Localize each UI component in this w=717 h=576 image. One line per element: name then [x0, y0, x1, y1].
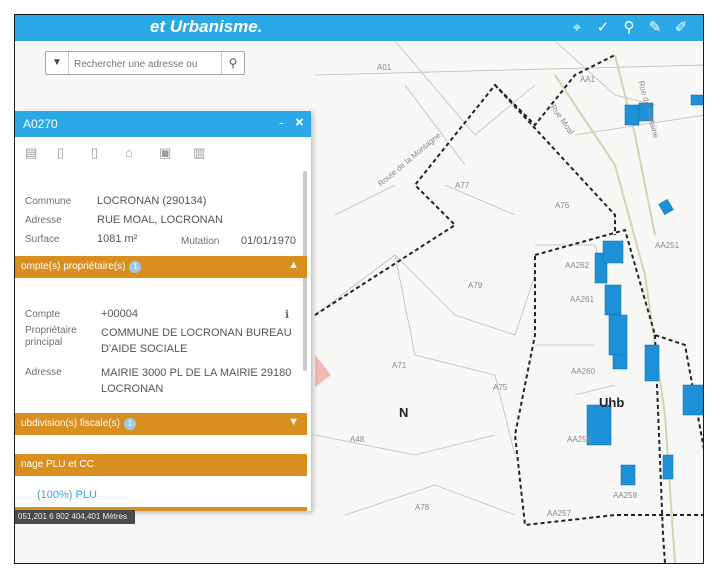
surface-value: 1081 m² — [97, 233, 138, 245]
owner-adresse-label: Adresse — [25, 367, 62, 378]
proprietaire-value: COMMUNE DE LOCRONAN BUREAU D'AIDE SOCIAL… — [101, 327, 292, 355]
proprietaire-label: Propriétaire principal — [25, 325, 77, 348]
image-icon[interactable]: ▣ — [159, 145, 171, 161]
subdivision-count-badge: 1 — [123, 418, 136, 430]
pin-check-icon[interactable]: ✓ — [593, 18, 613, 38]
subdivision-section-header[interactable]: ubdivision(s) fiscale(s) 1 ▼ — [15, 413, 307, 435]
parcel-label: A79 — [468, 281, 483, 290]
plu-link[interactable]: (100%) PLU — [37, 489, 97, 501]
parcel-label: AA258 — [613, 491, 638, 500]
panel-title: A0270 — [23, 117, 58, 131]
address-search: ▼ ⚲ — [45, 51, 245, 75]
info-icon[interactable]: ℹ — [285, 308, 289, 321]
parcel-info-panel: A0270 - × ▤ ▯ ▯ ⌂ ▣ ▥ Commune LOCRONAN (… — [15, 111, 311, 511]
search-icon[interactable]: ⚲ — [221, 52, 244, 74]
parcel-label: AA259 — [567, 435, 592, 444]
home-icon[interactable]: ⌂ — [125, 145, 133, 160]
panel-header: A0270 - × — [15, 111, 311, 137]
app-header: et Urbanisme. ⌖ ✓ ⚲ ✎ ✐ — [15, 15, 703, 41]
surface-label: Surface — [25, 234, 60, 245]
parcel-label: AA260 — [571, 367, 596, 376]
mutation-label: Mutation — [181, 236, 220, 247]
pencil-icon[interactable]: ✎ — [645, 18, 665, 38]
parcel-label: A75 — [493, 383, 508, 392]
zone-label-uhb: Uhb — [599, 395, 625, 410]
owners-section-title: ompte(s) propriétaire(s) — [21, 261, 126, 272]
report-icon[interactable]: ▤ — [25, 145, 37, 161]
search-input[interactable] — [72, 54, 216, 74]
parcel-label: AA257 — [547, 509, 572, 518]
coordinates-readout: 051,201 6 802 404,401 Mètres — [15, 510, 135, 524]
document-pdf-icon[interactable]: ▯ — [91, 145, 98, 161]
parcel-label: A77 — [455, 181, 470, 190]
chevron-down-icon: ▼ — [288, 416, 299, 428]
minimize-button[interactable]: - — [279, 114, 284, 130]
parcel-label: AA251 — [655, 241, 680, 250]
screenshot-frame: N Uhb A01 AA1 A77 A79 A76 A75 A71 A78 AA… — [14, 14, 704, 564]
chevron-up-icon: ▲ — [288, 259, 299, 271]
app-title: et Urbanisme. — [150, 17, 263, 36]
parcel-label: A48 — [350, 435, 365, 444]
parcel-label: AA262 — [565, 261, 590, 270]
commune-label: Commune — [25, 196, 72, 207]
parcel-label: A01 — [377, 63, 392, 72]
parcel-label: A78 — [415, 503, 430, 512]
pencil-alt-icon[interactable]: ✐ — [671, 18, 691, 38]
parcel-label: AA261 — [570, 295, 595, 304]
commune-value: LOCRONAN (290134) — [97, 195, 207, 207]
parcel-label: A76 — [555, 201, 570, 210]
adresse-value: RUE MOAL, LOCRONAN — [97, 214, 223, 226]
parcel-label: AA1 — [580, 75, 596, 84]
search-mode-dropdown[interactable]: ▼ — [46, 52, 69, 74]
zone-label-n: N — [399, 405, 409, 420]
zonage-section-header[interactable]: nage PLU et CC — [15, 454, 307, 476]
owner-adresse-value: MAIRIE 3000 PL DE LA MAIRIE 29180 LOCRON… — [101, 367, 292, 395]
mutation-value: 01/01/1970 — [241, 235, 297, 247]
pin-person-icon[interactable]: ⚲ — [619, 18, 639, 38]
owners-count-badge: 1 — [129, 261, 142, 273]
compte-value: +00004 — [101, 308, 139, 320]
document-icon[interactable]: ▯ — [57, 145, 64, 161]
subdivision-section-title: ubdivision(s) fiscale(s) — [21, 418, 120, 429]
zonage-section-title: nage PLU et CC — [21, 459, 94, 470]
adresse-label: Adresse — [25, 215, 62, 226]
close-button[interactable]: × — [295, 114, 304, 131]
pin-doc-icon[interactable]: ⌖ — [567, 18, 587, 38]
owners-section-header[interactable]: ompte(s) propriétaire(s) 1 ▲ — [15, 256, 307, 278]
parcel-label: A71 — [392, 361, 407, 370]
map-icon[interactable]: ▥ — [193, 145, 205, 161]
compte-label: Compte — [25, 309, 61, 320]
